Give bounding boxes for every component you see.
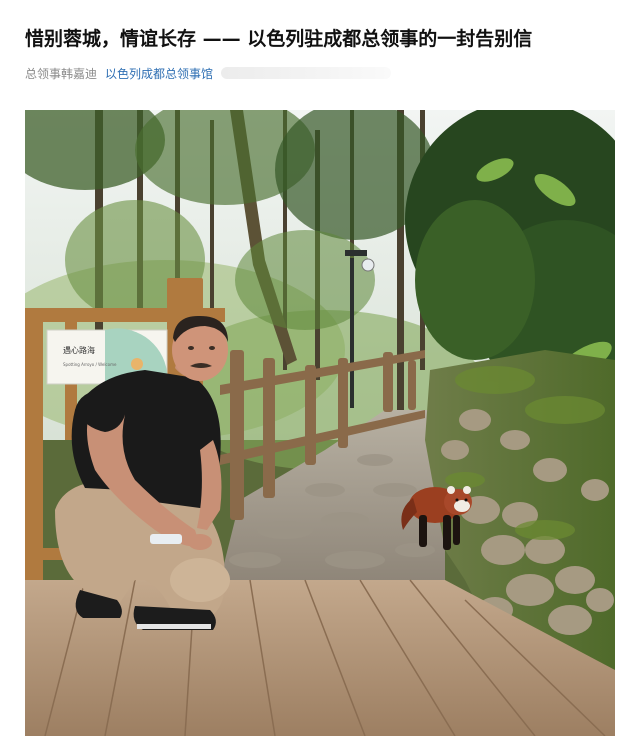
publish-time-placeholder [221, 67, 392, 79]
account-link[interactable]: 以色列成都总领事馆 [105, 65, 213, 82]
article-title: 惜别蓉城，情谊长存 —— 以色列驻成都总领事的一封告别信 [25, 28, 533, 50]
article-photo: 遇心路海 Spotting Arroyo / Welcome [25, 110, 615, 736]
sign-title: 遇心路海 [63, 345, 95, 355]
lamp-post [350, 258, 354, 408]
article-meta: 总领事韩嘉迪 以色列成都总领事馆 [25, 62, 392, 84]
sign-subtext: Spotting Arroyo / Welcome [63, 362, 117, 367]
author-name[interactable]: 总领事韩嘉迪 [25, 65, 97, 82]
